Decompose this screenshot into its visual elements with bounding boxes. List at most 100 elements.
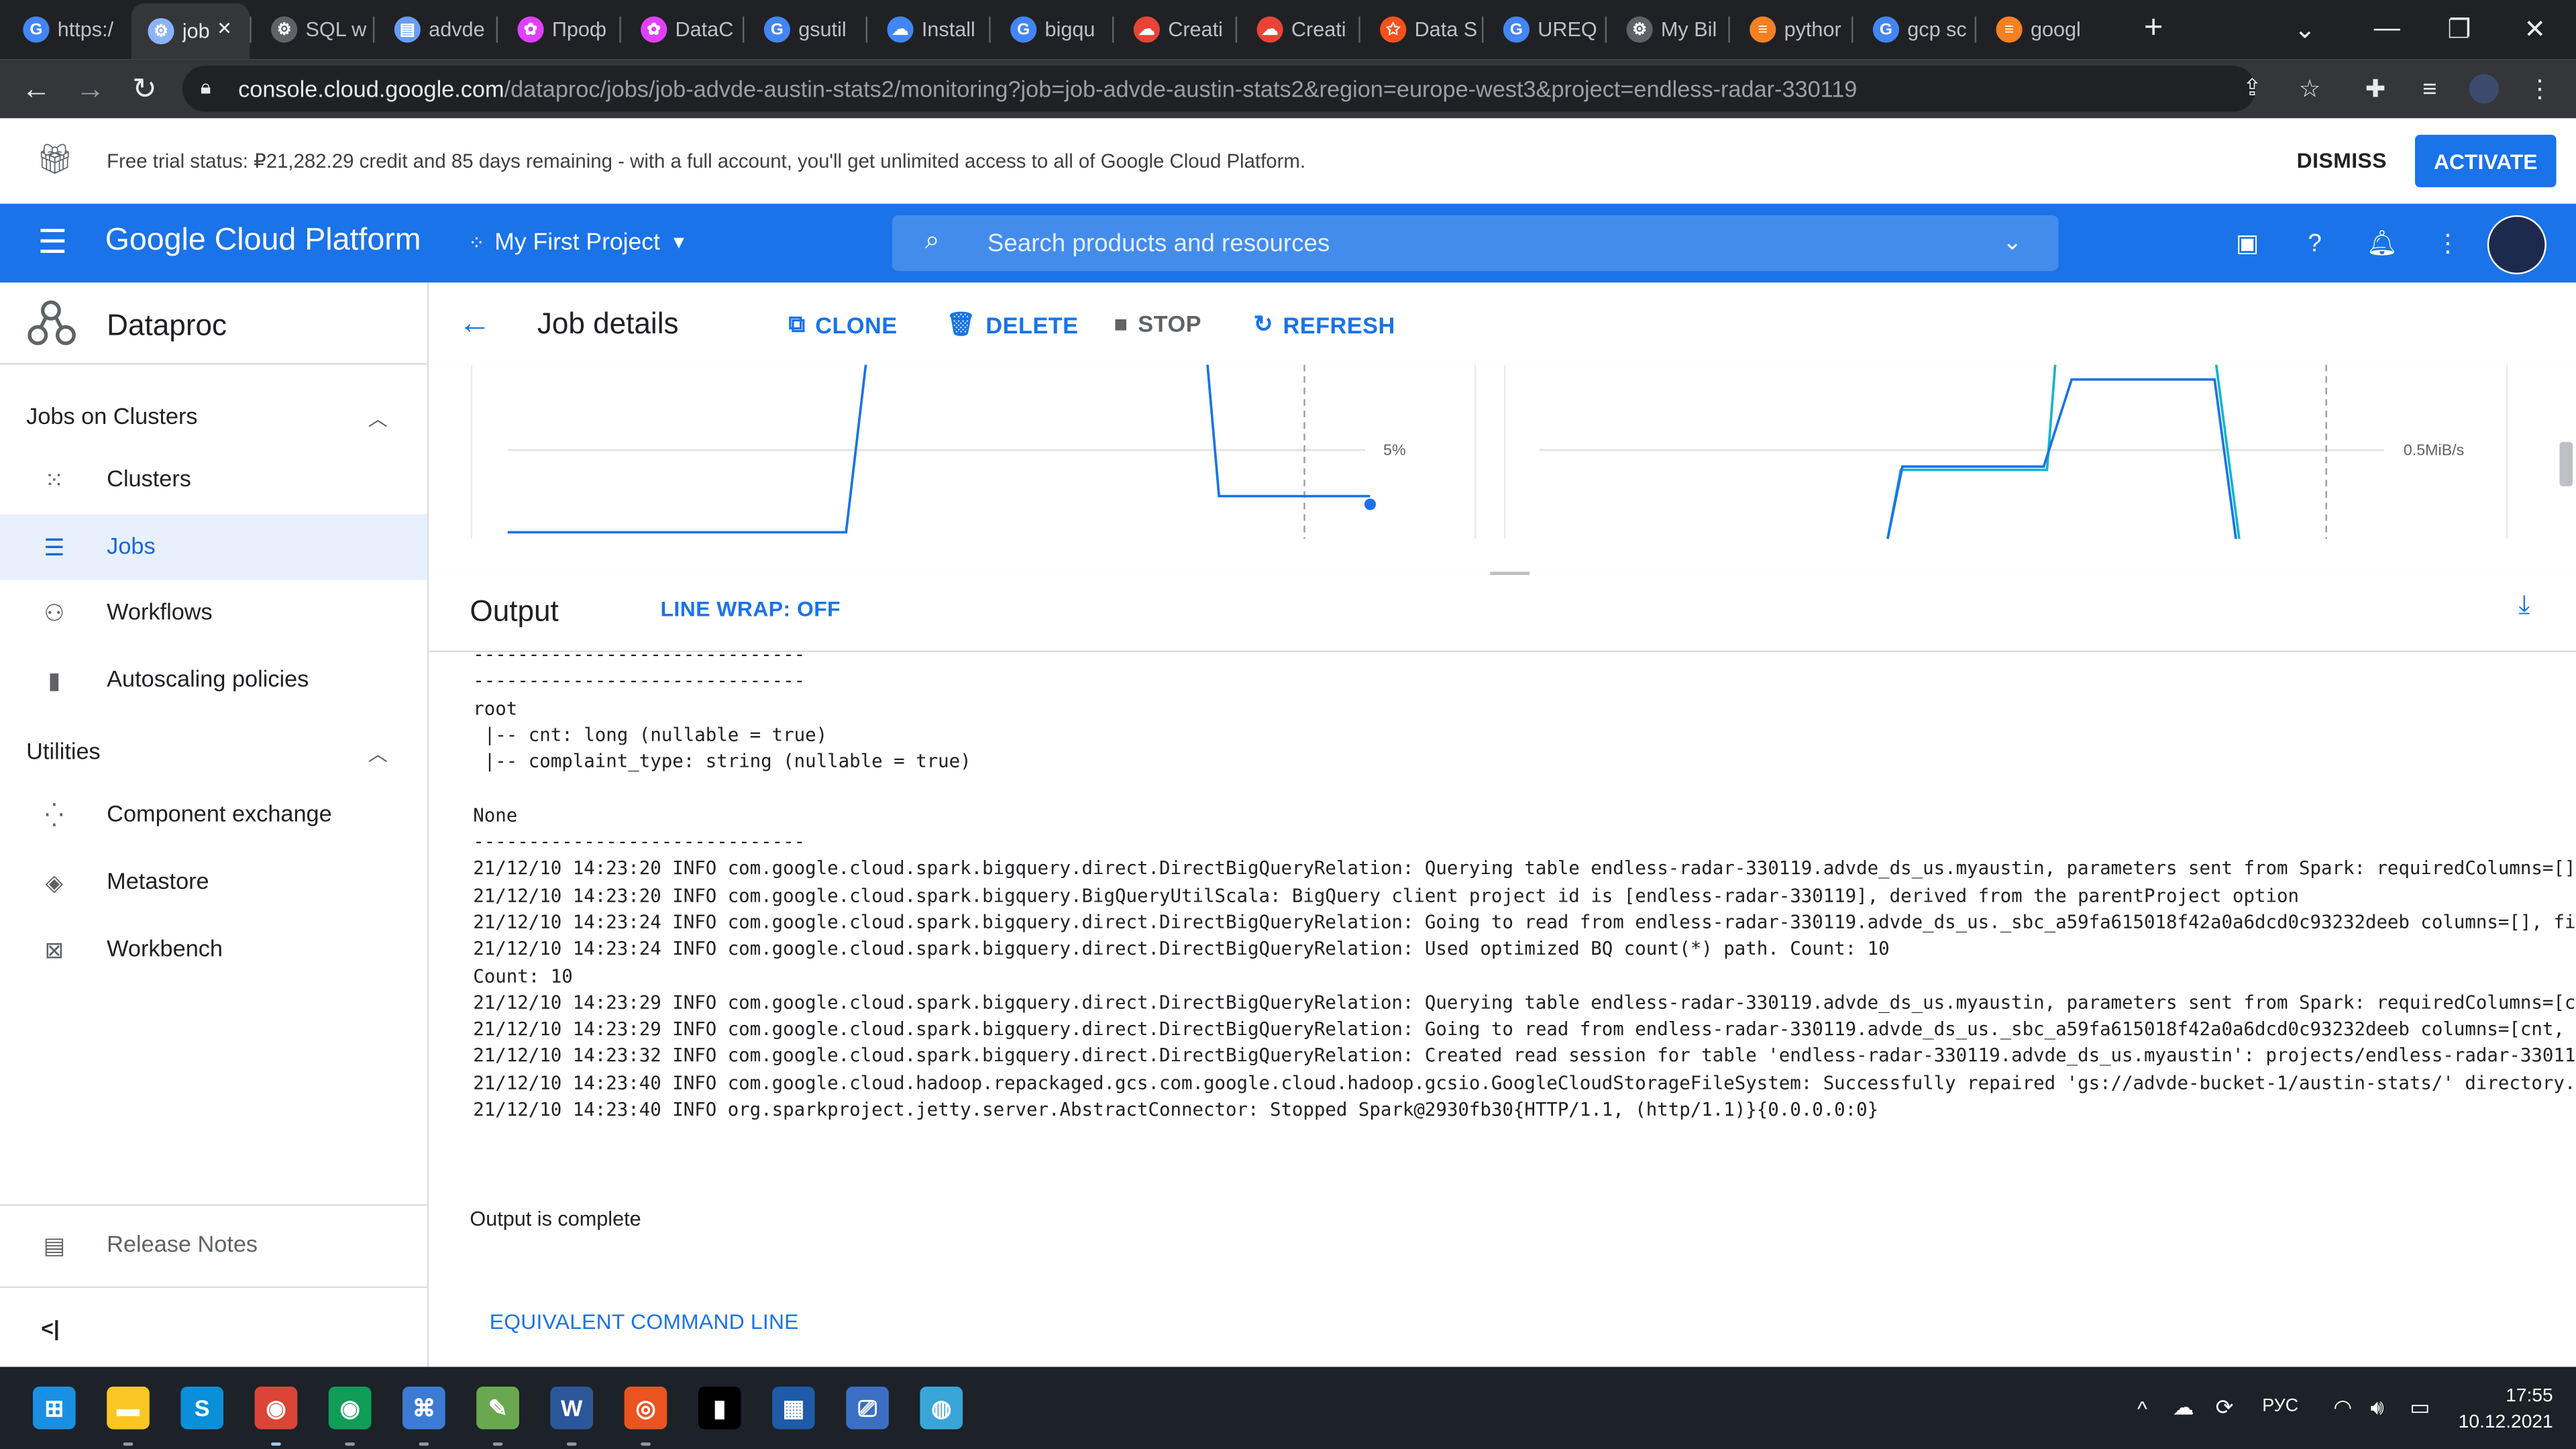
browser-tab[interactable]: ✿ Проф (501, 7, 619, 53)
chevron-up-icon[interactable]: ︿ (368, 739, 388, 767)
browser-tab[interactable]: ≡ googl (1980, 7, 2098, 53)
help-icon[interactable]: ? (2298, 227, 2331, 260)
network-app-icon[interactable]: ⌘ (402, 1386, 445, 1430)
pane-resize-handle[interactable] (1490, 572, 1530, 576)
windows-start-icon[interactable]: ⊞ (32, 1386, 76, 1430)
tab-separator (1851, 16, 1854, 43)
sidebar-item-workbench[interactable]: ⊠ Workbench (0, 917, 427, 983)
section-jobs-on-clusters[interactable]: Jobs on Clusters (26, 402, 197, 429)
terminal-icon[interactable]: ▮ (698, 1386, 741, 1430)
browser-tab[interactable]: Ggsutil (747, 7, 865, 53)
close-window-icon[interactable]: ✕ (2497, 0, 2573, 59)
skype-icon[interactable]: S (180, 1386, 224, 1430)
more-vert-icon[interactable]: ⋮ (2431, 227, 2464, 260)
equivalent-command-line-link[interactable]: EQUIVALENT COMMAND LINE (490, 1309, 799, 1334)
tab-search-icon[interactable]: ⌄ (2267, 0, 2343, 59)
cloud-shell-icon[interactable]: ▣ (2231, 227, 2264, 260)
chrome-menu-icon[interactable]: ⋮ (2525, 74, 2555, 104)
sidebar-item-component-exchange[interactable]: ⁛ Component exchange (0, 782, 427, 848)
browser-tab[interactable]: ✿ DataC (625, 7, 743, 53)
collapse-nav-icon[interactable]: <| (41, 1316, 60, 1341)
section-utilities[interactable]: Utilities (26, 738, 101, 764)
chrome-icon[interactable]: ◉ (254, 1386, 298, 1430)
sidebar-item-label: Jobs (107, 532, 156, 559)
browser-tab[interactable]: ☁ Creati (1117, 7, 1235, 53)
forward-arrow-icon[interactable]: → (70, 69, 110, 109)
browser-tab[interactable]: ☁ Creati (1240, 7, 1358, 53)
share-icon[interactable]: ⇪ (2243, 74, 2262, 102)
gcp-logo-text[interactable]: Google Cloud Platform (105, 223, 421, 260)
sidebar-item-workflows[interactable]: ⚇ Workflows (0, 580, 427, 645)
log-line: |-- cnt: long (nullable = true) (473, 724, 828, 746)
onedrive-cloud-icon[interactable]: ☁ (2169, 1393, 2198, 1423)
account-avatar[interactable] (2487, 215, 2546, 274)
sidebar-item-metastore[interactable]: ◈ Metastore (0, 849, 427, 915)
sidebar-item-jobs[interactable]: ☰ Jobs (0, 514, 427, 580)
scrollbar-thumb[interactable] (2559, 441, 2573, 486)
search-bar[interactable]: ⌕ Search products and resources ⌄ (892, 215, 2059, 272)
system-clock[interactable]: 17:55 10.12.2021 (2458, 1383, 2553, 1436)
bookmark-star-icon[interactable]: ☆ (2295, 74, 2324, 104)
notifications-bell-icon[interactable]: 🔔︎ (2366, 227, 2399, 260)
refresh-button[interactable]: ↻ REFRESH (1254, 311, 1395, 339)
clone-button[interactable]: ⧉ CLONE (789, 311, 898, 339)
extensions-puzzle-icon[interactable]: ✚ (2361, 74, 2390, 104)
browser-tab[interactable]: Ggcp sc (1856, 7, 1974, 53)
tab-favicon-icon: ✩ (1380, 16, 1407, 43)
tray-chevron-up-icon[interactable]: ^ (2127, 1393, 2157, 1423)
minimize-icon[interactable]: — (2349, 0, 2425, 59)
tab-separator (989, 16, 991, 43)
project-selector[interactable]: ⁘ My First Project ▼ (468, 230, 688, 256)
browser-tab[interactable]: Gbigqu (994, 7, 1112, 53)
search-icon: ⌕ (924, 226, 940, 255)
wifi-icon[interactable]: ◠ (2328, 1393, 2357, 1423)
sync-icon[interactable]: ⟳ (2210, 1393, 2239, 1423)
chevron-down-icon[interactable]: ⌄ (2002, 228, 2022, 256)
volume-icon[interactable]: 🔊︎ (2363, 1393, 2392, 1423)
browser-tab[interactable]: ⚙ job ✕ (131, 3, 250, 60)
browser-tab[interactable]: Ghttps:/ (7, 7, 125, 53)
dismiss-button[interactable]: DISMISS (2297, 148, 2387, 172)
new-tab-button[interactable]: + (2144, 10, 2163, 48)
activate-button[interactable]: ACTIVATE (2415, 134, 2557, 188)
remote-desktop-icon[interactable]: ⎚ (846, 1386, 889, 1430)
calendar-app-icon[interactable]: ▦ (772, 1386, 815, 1430)
chevron-up-icon[interactable]: ︿ (368, 404, 388, 432)
log-line: 21/12/10 14:23:20 INFO com.google.cloud.… (473, 858, 2576, 880)
tab-close-icon[interactable]: ✕ (217, 18, 232, 39)
sidebar-item-clusters[interactable]: ⁙ Clusters (0, 447, 427, 513)
globe-app-icon[interactable]: ◍ (920, 1386, 963, 1430)
sidebar-item-autoscaling-policies[interactable]: ▮ Autoscaling policies (0, 647, 427, 713)
notepad-icon[interactable]: ✎ (476, 1386, 519, 1430)
file-explorer-icon[interactable]: ▬ (107, 1386, 150, 1430)
browser-tab[interactable]: G UREQ (1487, 7, 1605, 53)
browser-tab[interactable]: ⚙ SQL w (255, 7, 373, 53)
media-control-icon[interactable]: ≡ (2415, 74, 2445, 103)
sidebar-item-release-notes[interactable]: ▤ Release Notes (0, 1212, 427, 1278)
search-input[interactable]: Search products and resources (987, 230, 1330, 258)
line-wrap-toggle[interactable]: LINE WRAP: OFF (660, 596, 841, 621)
browser-tab[interactable]: ⚙ My Bil (1610, 7, 1728, 53)
battery-icon[interactable]: ▭ (2405, 1393, 2434, 1423)
running-indicator (566, 1442, 577, 1446)
browser-tab[interactable]: ▤ advde (378, 7, 496, 53)
address-bar[interactable]: 🔒︎ console.cloud.google.com/dataproc/job… (182, 65, 2262, 112)
profile-avatar[interactable] (2469, 74, 2499, 104)
browser-tab[interactable]: ☁ Install (871, 7, 989, 53)
hamburger-menu-icon[interactable]: ☰ (36, 224, 69, 260)
word-icon[interactable]: W (550, 1386, 594, 1430)
chrome-profile-icon[interactable]: ◉ (328, 1386, 372, 1430)
back-arrow-icon[interactable]: ← (458, 306, 491, 343)
running-indicator (419, 1442, 429, 1446)
reload-icon[interactable]: ↻ (125, 69, 164, 109)
collapse-output-icon[interactable]: ⤓ (2518, 592, 2530, 621)
ubuntu-icon[interactable]: ◎ (624, 1386, 667, 1430)
back-arrow-icon[interactable]: ← (16, 69, 56, 109)
stop-button[interactable]: ■ STOP (1114, 311, 1201, 337)
delete-button[interactable]: 🗑︎ DELETE (947, 311, 1079, 339)
running-indicator (345, 1442, 355, 1446)
language-indicator[interactable]: РУС (2262, 1397, 2298, 1416)
browser-tab[interactable]: ≡ pythor (1733, 7, 1851, 53)
restore-window-icon[interactable]: ❐ (2422, 0, 2498, 59)
browser-tab[interactable]: ✩ Data S (1364, 7, 1482, 53)
